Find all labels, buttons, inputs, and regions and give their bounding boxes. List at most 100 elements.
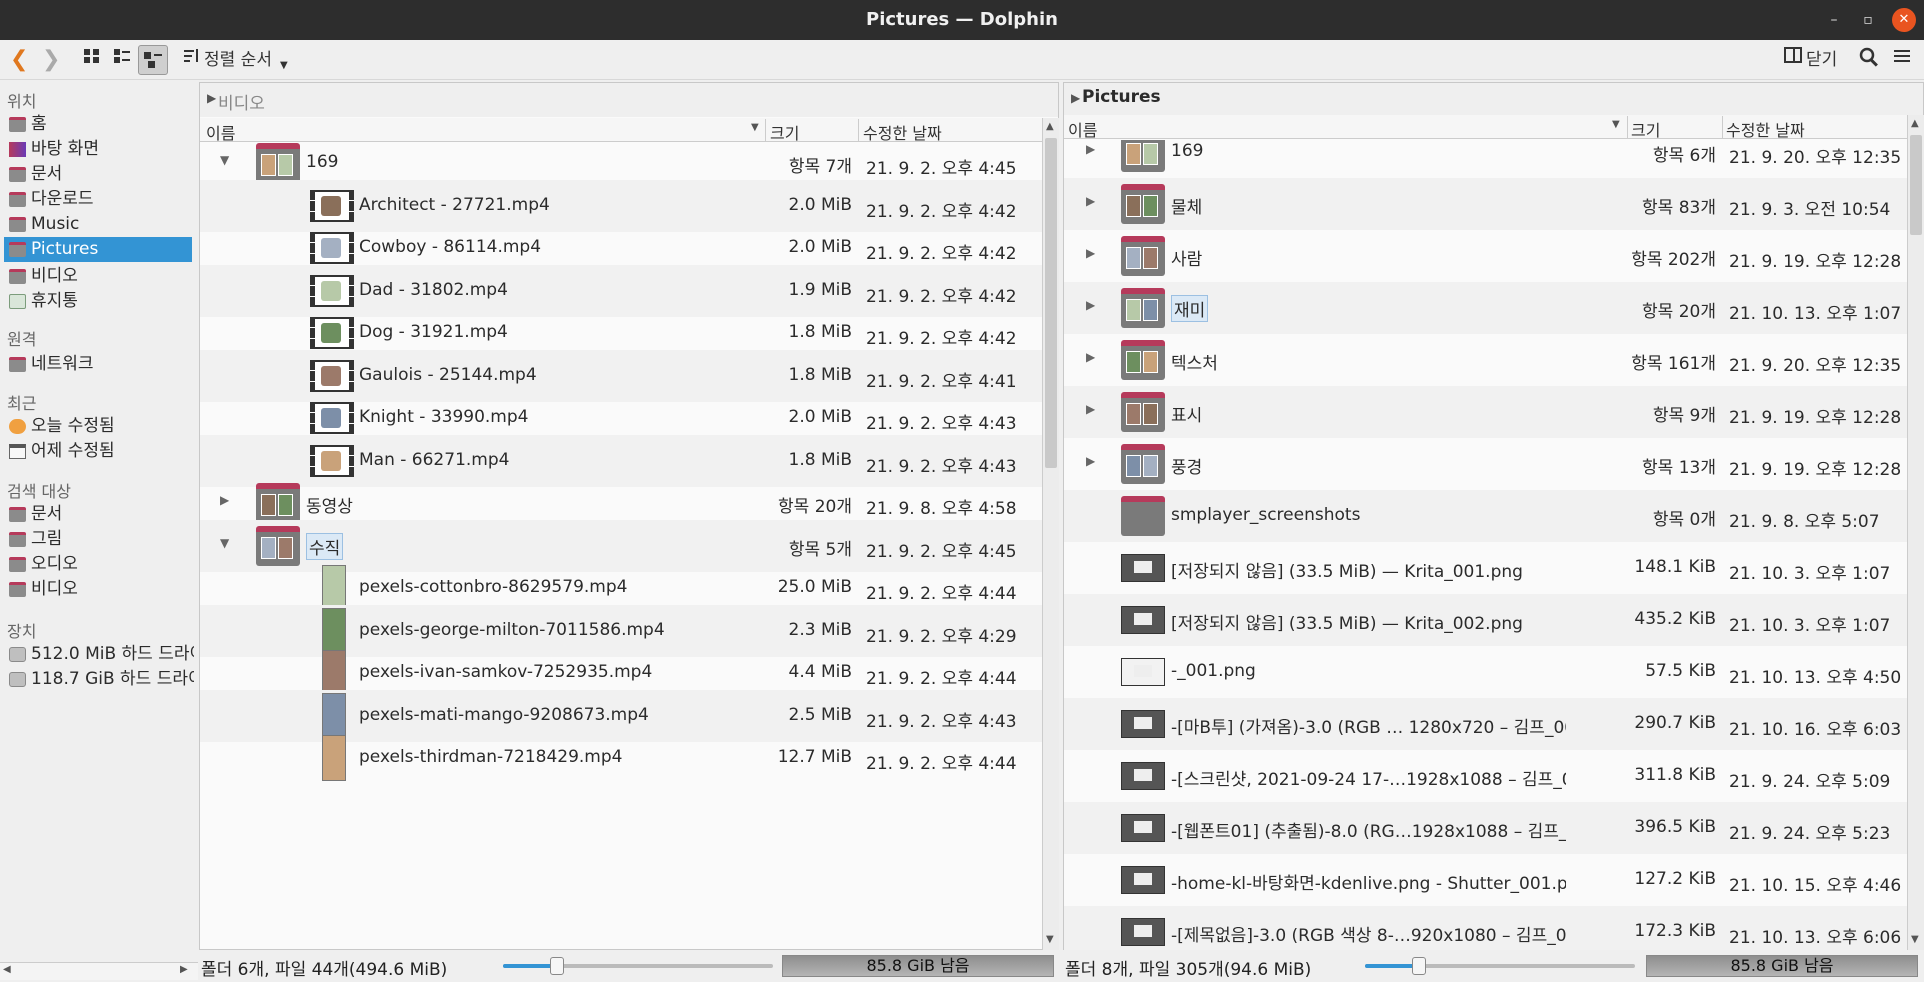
scroll-down-icon[interactable]: ▼ [1046, 934, 1054, 945]
file-row[interactable]: -[제목없음]-3.0 (RGB 색상 8-…920x1080 – 김프_001… [1064, 906, 1907, 950]
minimize-button[interactable]: – [1822, 8, 1846, 32]
folder-row[interactable]: ▶ 풍경 항목 13개 21. 9. 19. 오후 12:28 [1064, 438, 1907, 490]
expand-right-icon[interactable]: ▶ [220, 493, 229, 507]
maximize-button[interactable]: ▫ [1856, 8, 1880, 32]
place-downloads[interactable]: 다운로드 [4, 187, 192, 212]
folder-row[interactable]: ▶ 표시 항목 9개 21. 9. 19. 오후 12:28 [1064, 386, 1907, 438]
scroll-up-icon[interactable]: ▲ [1911, 118, 1919, 129]
column-name[interactable]: 이름 [206, 120, 235, 144]
slider-handle[interactable] [550, 957, 564, 975]
folder-row[interactable]: ▶ 텍스처 항목 161개 21. 9. 20. 오후 12:35 [1064, 334, 1907, 386]
search-icon[interactable] [1858, 46, 1880, 74]
expand-down-icon[interactable]: ▼ [220, 536, 229, 550]
column-divider[interactable] [858, 119, 859, 141]
file-size: 2.3 MiB [788, 619, 853, 640]
sidebar-horizontal-scrollbar[interactable]: ◀ ▶ [0, 962, 198, 980]
file-row[interactable]: -[스크린샷, 2021-09-24 17-…1928x1088 – 김프_00… [1064, 750, 1907, 802]
image-file-icon [1121, 658, 1165, 686]
place-home[interactable]: 홈 [4, 112, 192, 137]
file-row[interactable]: -[마B투] (가져옴)-3.0 (RGB … 1280x720 – 김프_00… [1064, 698, 1907, 750]
column-divider[interactable] [1627, 116, 1628, 138]
slider-handle[interactable] [1412, 957, 1426, 975]
close-window-button[interactable]: ✕ [1892, 8, 1916, 32]
file-size: 25.0 MiB [777, 577, 852, 597]
thumbnail-preview [1126, 195, 1141, 217]
file-row[interactable]: pexels-thirdman-7218429.mp4 12.7 MiB 21. 9… [200, 732, 1042, 784]
expand-right-icon[interactable]: ▶ [1086, 454, 1095, 468]
search-documents[interactable]: 문서 [4, 502, 192, 527]
expand-right-icon[interactable]: ▶ [1086, 350, 1095, 364]
place-videos[interactable]: 비디오 [4, 264, 192, 289]
file-row[interactable]: [저장되지 않음] (33.5 MiB) — Krita_001.png 148.… [1064, 542, 1907, 594]
close-split-button[interactable]: 닫기 [1806, 46, 1837, 74]
thumbnail-preview [1126, 299, 1141, 321]
file-row[interactable]: [저장되지 않음] (33.5 MiB) — Krita_002.png 435.… [1064, 594, 1907, 646]
scroll-thumb[interactable] [1910, 135, 1922, 235]
compact-view-icon[interactable] [112, 46, 132, 74]
scroll-thumb[interactable] [1045, 138, 1057, 468]
title-bar: Pictures — Dolphin – ▫ ✕ [0, 0, 1924, 40]
right-file-list: ▶ 169 항목 6개 21. 9. 20. 오후 12:35 ▶ 물체 항목 83개 21.… [1064, 140, 1907, 950]
place-music[interactable]: Music [4, 212, 192, 237]
video-file-icon [322, 735, 346, 781]
column-size[interactable]: 크기 [1631, 117, 1660, 141]
folder-row[interactable]: ▶ 물체 항목 83개 21. 9. 3. 오전 10:54 [1064, 178, 1907, 230]
sort-order-button[interactable]: 정렬 순서 [204, 46, 272, 74]
search-videos[interactable]: 비디오 [4, 577, 192, 602]
search-audio[interactable]: 오디오 [4, 552, 192, 577]
expand-down-icon[interactable]: ▼ [220, 153, 229, 167]
left-vertical-scrollbar[interactable]: ▲ ▼ [1042, 118, 1059, 950]
column-date[interactable]: 수정한 날짜 [863, 120, 942, 144]
section-remote: 원격 [7, 330, 37, 349]
folder-row[interactable]: ▶ 사람 항목 202개 21. 9. 19. 오후 12:28 [1064, 230, 1907, 282]
search-images[interactable]: 그림 [4, 527, 192, 552]
scroll-up-icon[interactable]: ▲ [1046, 121, 1054, 132]
section-search: 검색 대상 [7, 482, 71, 501]
place-desktop[interactable]: 바탕 화면 [4, 137, 192, 162]
column-divider[interactable] [1722, 116, 1723, 138]
device-118gib[interactable]: 118.7 GiB 하드 드라이브 [4, 667, 194, 692]
file-row[interactable]: -[웹폰트01] (추출됨)-8.0 (RG…1928x1088 – 김프_00… [1064, 802, 1907, 854]
modified-date: 21. 9. 24. 오후 5:23 [1729, 824, 1891, 844]
details-view-icon[interactable] [138, 45, 168, 75]
column-name[interactable]: 이름 [1068, 117, 1097, 141]
column-size[interactable]: 크기 [770, 120, 799, 144]
file-name: 텍스처 [1171, 354, 1218, 374]
expand-right-icon[interactable]: ▶ [1086, 246, 1095, 260]
expand-right-icon[interactable]: ▶ [1086, 194, 1095, 208]
hard-drive-icon [9, 672, 26, 687]
left-location-bar[interactable]: ▶ 비디오 [200, 83, 1058, 117]
file-name: Man - 66271.mp4 [359, 449, 510, 470]
expand-right-icon[interactable]: ▶ [1086, 142, 1095, 156]
place-documents[interactable]: 문서 [4, 162, 192, 187]
folder-row[interactable]: ▶ 재미 항목 20개 21. 10. 13. 오후 1:07 [1064, 282, 1907, 334]
scroll-down-icon[interactable]: ▼ [1911, 934, 1919, 945]
folder-row[interactable]: ▶ 169 항목 6개 21. 9. 20. 오후 12:35 [1064, 140, 1907, 178]
recent-today[interactable]: 오늘 수정됨 [4, 414, 192, 439]
forward-icon[interactable]: ❯ [42, 46, 60, 74]
back-icon[interactable]: ❮ [10, 46, 28, 74]
expand-right-icon[interactable]: ▶ [1086, 402, 1095, 416]
thumbnail-preview [1134, 821, 1152, 833]
folder-row[interactable]: smplayer_screenshots 항목 0개 21. 9. 8. 오후 5:… [1064, 490, 1907, 542]
right-vertical-scrollbar[interactable]: ▲ ▼ [1907, 115, 1924, 950]
place-network[interactable]: 네트워크 [4, 352, 192, 377]
zoom-slider[interactable] [1365, 957, 1635, 975]
right-location-bar[interactable]: ▶ Pictures [1064, 83, 1923, 117]
menu-icon[interactable] [1892, 46, 1912, 74]
file-row[interactable]: -home-kl-바탕화면-kdenlive.png - Shutter_001… [1064, 854, 1907, 906]
column-divider[interactable] [765, 119, 766, 141]
file-row[interactable]: -_001.png 57.5 KiB 21. 10. 13. 오후 4:50 [1064, 646, 1907, 698]
zoom-slider[interactable] [503, 957, 773, 975]
icons-view-icon[interactable] [82, 46, 102, 74]
thumbnail-preview [1143, 455, 1158, 477]
expand-right-icon[interactable]: ▶ [1086, 298, 1095, 312]
sort-down-icon: ▼ [1612, 119, 1620, 130]
place-trash[interactable]: 휴지통 [4, 289, 192, 314]
column-date[interactable]: 수정한 날짜 [1726, 117, 1805, 141]
place-pictures[interactable]: Pictures [4, 237, 192, 262]
modified-date: 21. 9. 2. 오후 4:41 [866, 371, 1017, 392]
recent-yesterday[interactable]: 어제 수정됨 [4, 439, 192, 464]
thumbnail-preview [278, 494, 293, 516]
device-512mib[interactable]: 512.0 MiB 하드 드라이브 [4, 642, 194, 667]
